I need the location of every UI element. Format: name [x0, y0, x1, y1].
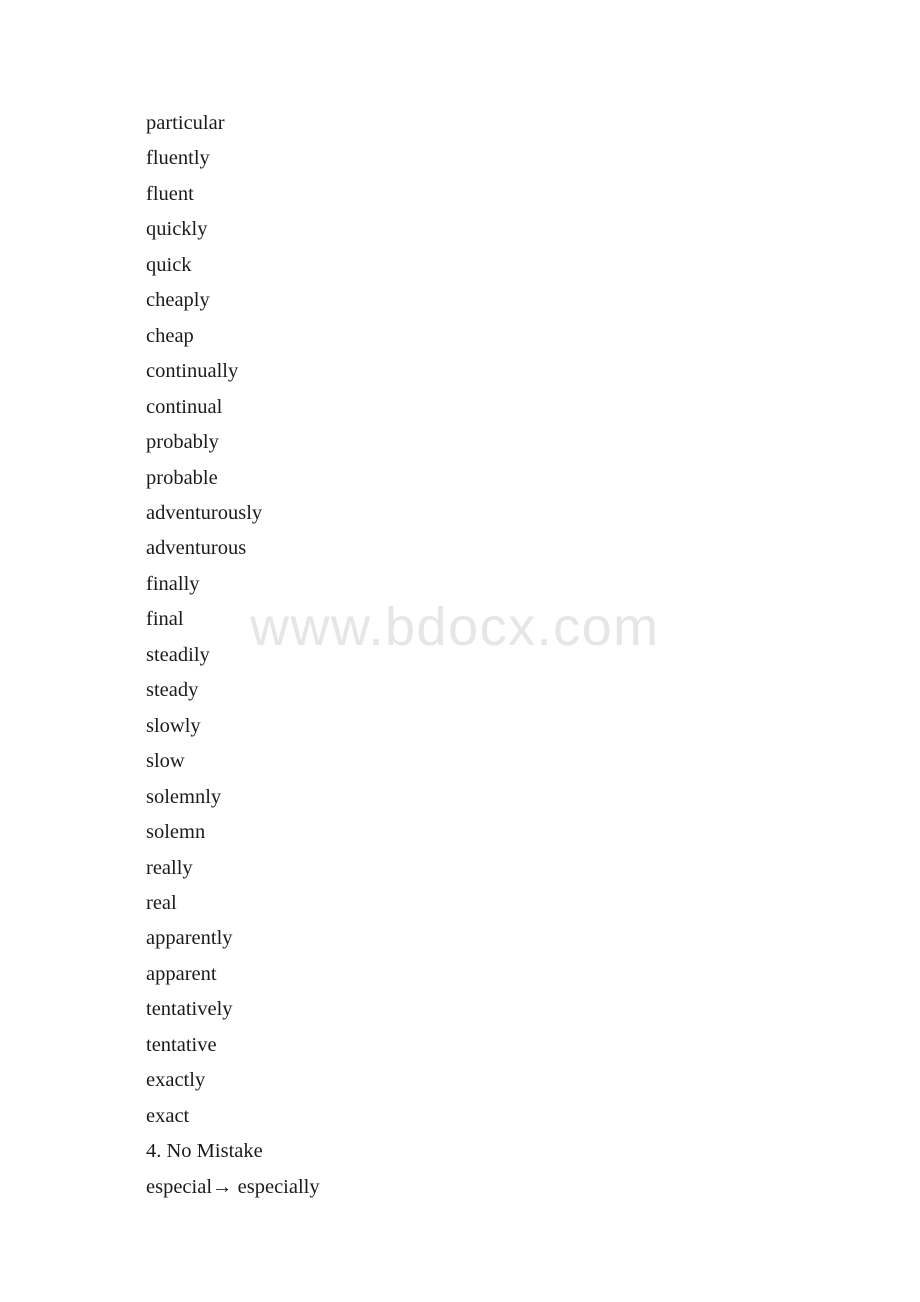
- section-heading: 4. No Mistake: [146, 1140, 263, 1163]
- text-line: steady: [146, 679, 199, 702]
- text-line: steadily: [146, 643, 210, 666]
- document-text-body: particular fluently fluent quickly quick…: [146, 106, 846, 1205]
- text-line: tentative: [146, 1033, 217, 1056]
- text-line: exact: [146, 1104, 190, 1127]
- text-line: apparent: [146, 962, 217, 985]
- text-line: adventurous: [146, 537, 247, 560]
- text-line: cheap: [146, 324, 194, 347]
- text-line: continual: [146, 395, 223, 418]
- text-line: finally: [146, 572, 200, 595]
- text-line: slowly: [146, 714, 201, 737]
- text-line: quickly: [146, 218, 208, 241]
- text-line: adventurously: [146, 501, 263, 524]
- text-line: exactly: [146, 1069, 206, 1092]
- text-line: probably: [146, 431, 219, 454]
- text-line: solemn: [146, 821, 206, 844]
- text-line: real: [146, 891, 177, 914]
- text-line: fluently: [146, 147, 210, 170]
- text-line: quick: [146, 253, 192, 276]
- text-line: apparently: [146, 927, 233, 950]
- text-line: solemnly: [146, 785, 222, 808]
- text-line: continually: [146, 360, 239, 383]
- text-line: really: [146, 856, 193, 879]
- document-page: www.bdocx.com particular fluently fluent…: [0, 0, 920, 1302]
- text-line: probable: [146, 466, 218, 489]
- text-line: slow: [146, 750, 185, 773]
- text-line: final: [146, 608, 184, 631]
- text-line: particular: [146, 112, 225, 134]
- correction-line: especial→ especially: [146, 1175, 320, 1198]
- text-line: fluent: [146, 182, 194, 205]
- text-line: cheaply: [146, 289, 210, 312]
- text-line: tentatively: [146, 998, 233, 1021]
